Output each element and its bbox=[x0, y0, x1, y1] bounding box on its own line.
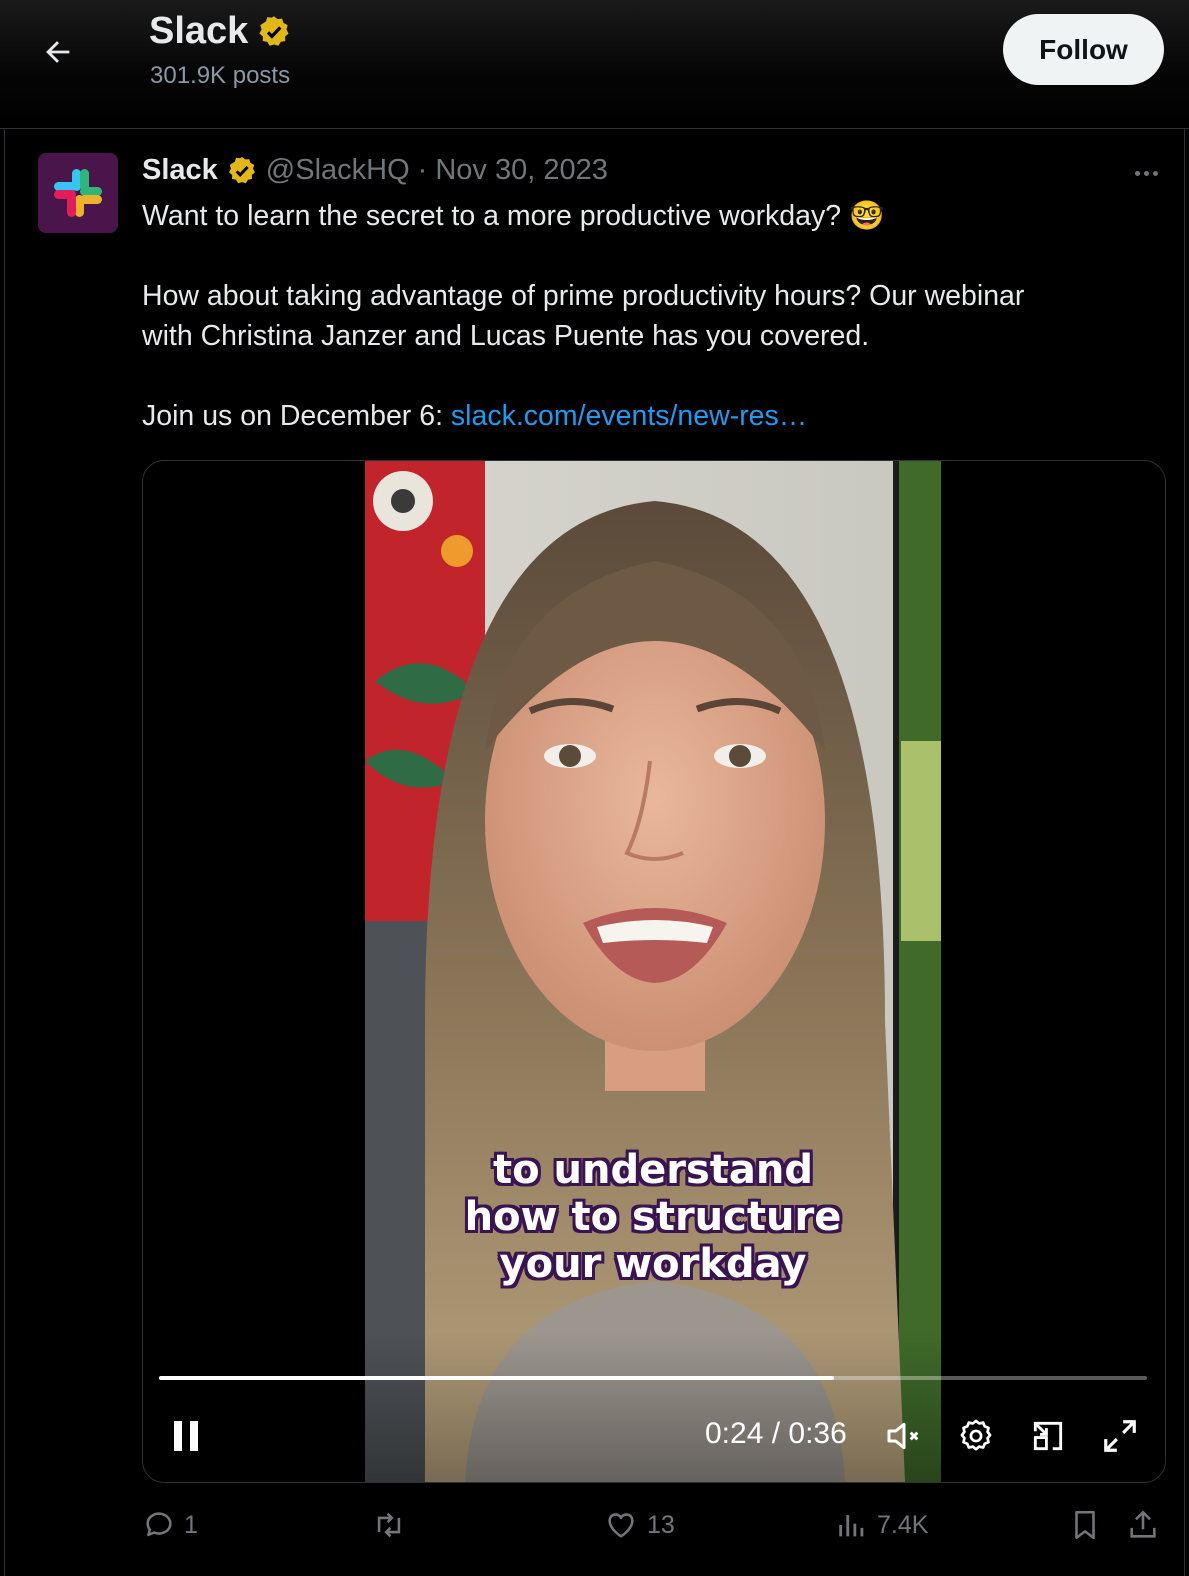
video-frame[interactable]: to understand how to structure your work… bbox=[365, 461, 941, 1482]
like-icon bbox=[608, 1513, 634, 1538]
video-progress-fill bbox=[159, 1376, 834, 1380]
tweet-meta: Slack @SlackHQ · Nov 30, 2023 bbox=[142, 154, 608, 187]
tweet-actions: 1 13 7.4K bbox=[0, 1500, 1189, 1556]
fullscreen-icon bbox=[1104, 1420, 1136, 1452]
like-count: 13 bbox=[647, 1510, 675, 1539]
settings-button[interactable] bbox=[951, 1411, 1001, 1461]
views-button[interactable]: 7.4K bbox=[835, 1500, 928, 1550]
header-title: Slack bbox=[149, 10, 292, 53]
mute-icon bbox=[887, 1422, 919, 1450]
reply-button[interactable]: 1 bbox=[142, 1500, 198, 1550]
more-button[interactable] bbox=[1126, 158, 1166, 188]
avatar[interactable] bbox=[38, 153, 118, 233]
mute-button[interactable] bbox=[879, 1411, 929, 1461]
follow-button[interactable]: Follow bbox=[1003, 14, 1164, 85]
tweet-line: with Christina Janzer and Lucas Puente h… bbox=[142, 320, 870, 352]
repost-icon bbox=[377, 1512, 401, 1538]
back-button[interactable] bbox=[36, 30, 80, 74]
tweet-line: How about taking advantage of prime prod… bbox=[142, 280, 1025, 312]
meta-separator: · bbox=[417, 154, 428, 186]
caption-line: to understand bbox=[493, 1147, 813, 1193]
bookmark-button[interactable] bbox=[1068, 1500, 1102, 1550]
caption-line: how to structure bbox=[464, 1194, 842, 1240]
video-time: 0:24 / 0:36 bbox=[705, 1417, 847, 1450]
pause-button[interactable] bbox=[161, 1411, 213, 1461]
views-icon bbox=[839, 1515, 864, 1537]
post-count: 301.9K posts bbox=[150, 62, 291, 89]
more-icon bbox=[1134, 170, 1140, 176]
caption-line: your workday bbox=[499, 1241, 807, 1287]
video-still bbox=[365, 461, 941, 1482]
verified-badge-icon bbox=[259, 15, 289, 46]
profile-header: Slack 301.9K posts Follow bbox=[0, 0, 1189, 129]
video-progress-bar[interactable] bbox=[159, 1376, 1147, 1380]
pip-button[interactable] bbox=[1023, 1411, 1073, 1461]
reply-count: 1 bbox=[184, 1510, 198, 1539]
fullscreen-button[interactable] bbox=[1095, 1411, 1145, 1461]
tweet-line: Want to learn the secret to a more produ… bbox=[142, 200, 885, 232]
reply-icon bbox=[146, 1512, 172, 1537]
settings-icon bbox=[960, 1419, 992, 1451]
author-name[interactable]: Slack bbox=[142, 154, 218, 187]
tweet-date[interactable]: Nov 30, 2023 bbox=[435, 154, 608, 187]
event-link[interactable]: slack.com/events/new-res… bbox=[451, 400, 807, 432]
video-caption: to understand how to structure your work… bbox=[365, 1147, 941, 1288]
views-count: 7.4K bbox=[877, 1510, 929, 1539]
controls-overlay bbox=[143, 1332, 1165, 1482]
share-button[interactable] bbox=[1126, 1500, 1160, 1550]
repost-button[interactable] bbox=[370, 1500, 416, 1550]
back-arrow-icon bbox=[46, 41, 70, 63]
share-icon bbox=[1130, 1510, 1156, 1538]
author-handle[interactable]: @SlackHQ bbox=[266, 154, 410, 187]
tweet-line: Join us on December 6: slack.com/events/… bbox=[142, 396, 1142, 436]
bookmark-icon bbox=[1075, 1510, 1095, 1540]
tweet-text: Want to learn the secret to a more produ… bbox=[142, 196, 1142, 436]
like-button[interactable]: 13 bbox=[603, 1500, 675, 1550]
pip-icon bbox=[1033, 1421, 1063, 1451]
video-player[interactable]: to understand how to structure your work… bbox=[142, 460, 1166, 1483]
verified-badge-icon bbox=[228, 156, 255, 183]
slack-logo-icon bbox=[54, 169, 102, 217]
tweet-text-prefix: Join us on December 6: bbox=[142, 400, 451, 432]
header-name: Slack bbox=[149, 10, 249, 52]
pause-icon bbox=[174, 1421, 198, 1451]
